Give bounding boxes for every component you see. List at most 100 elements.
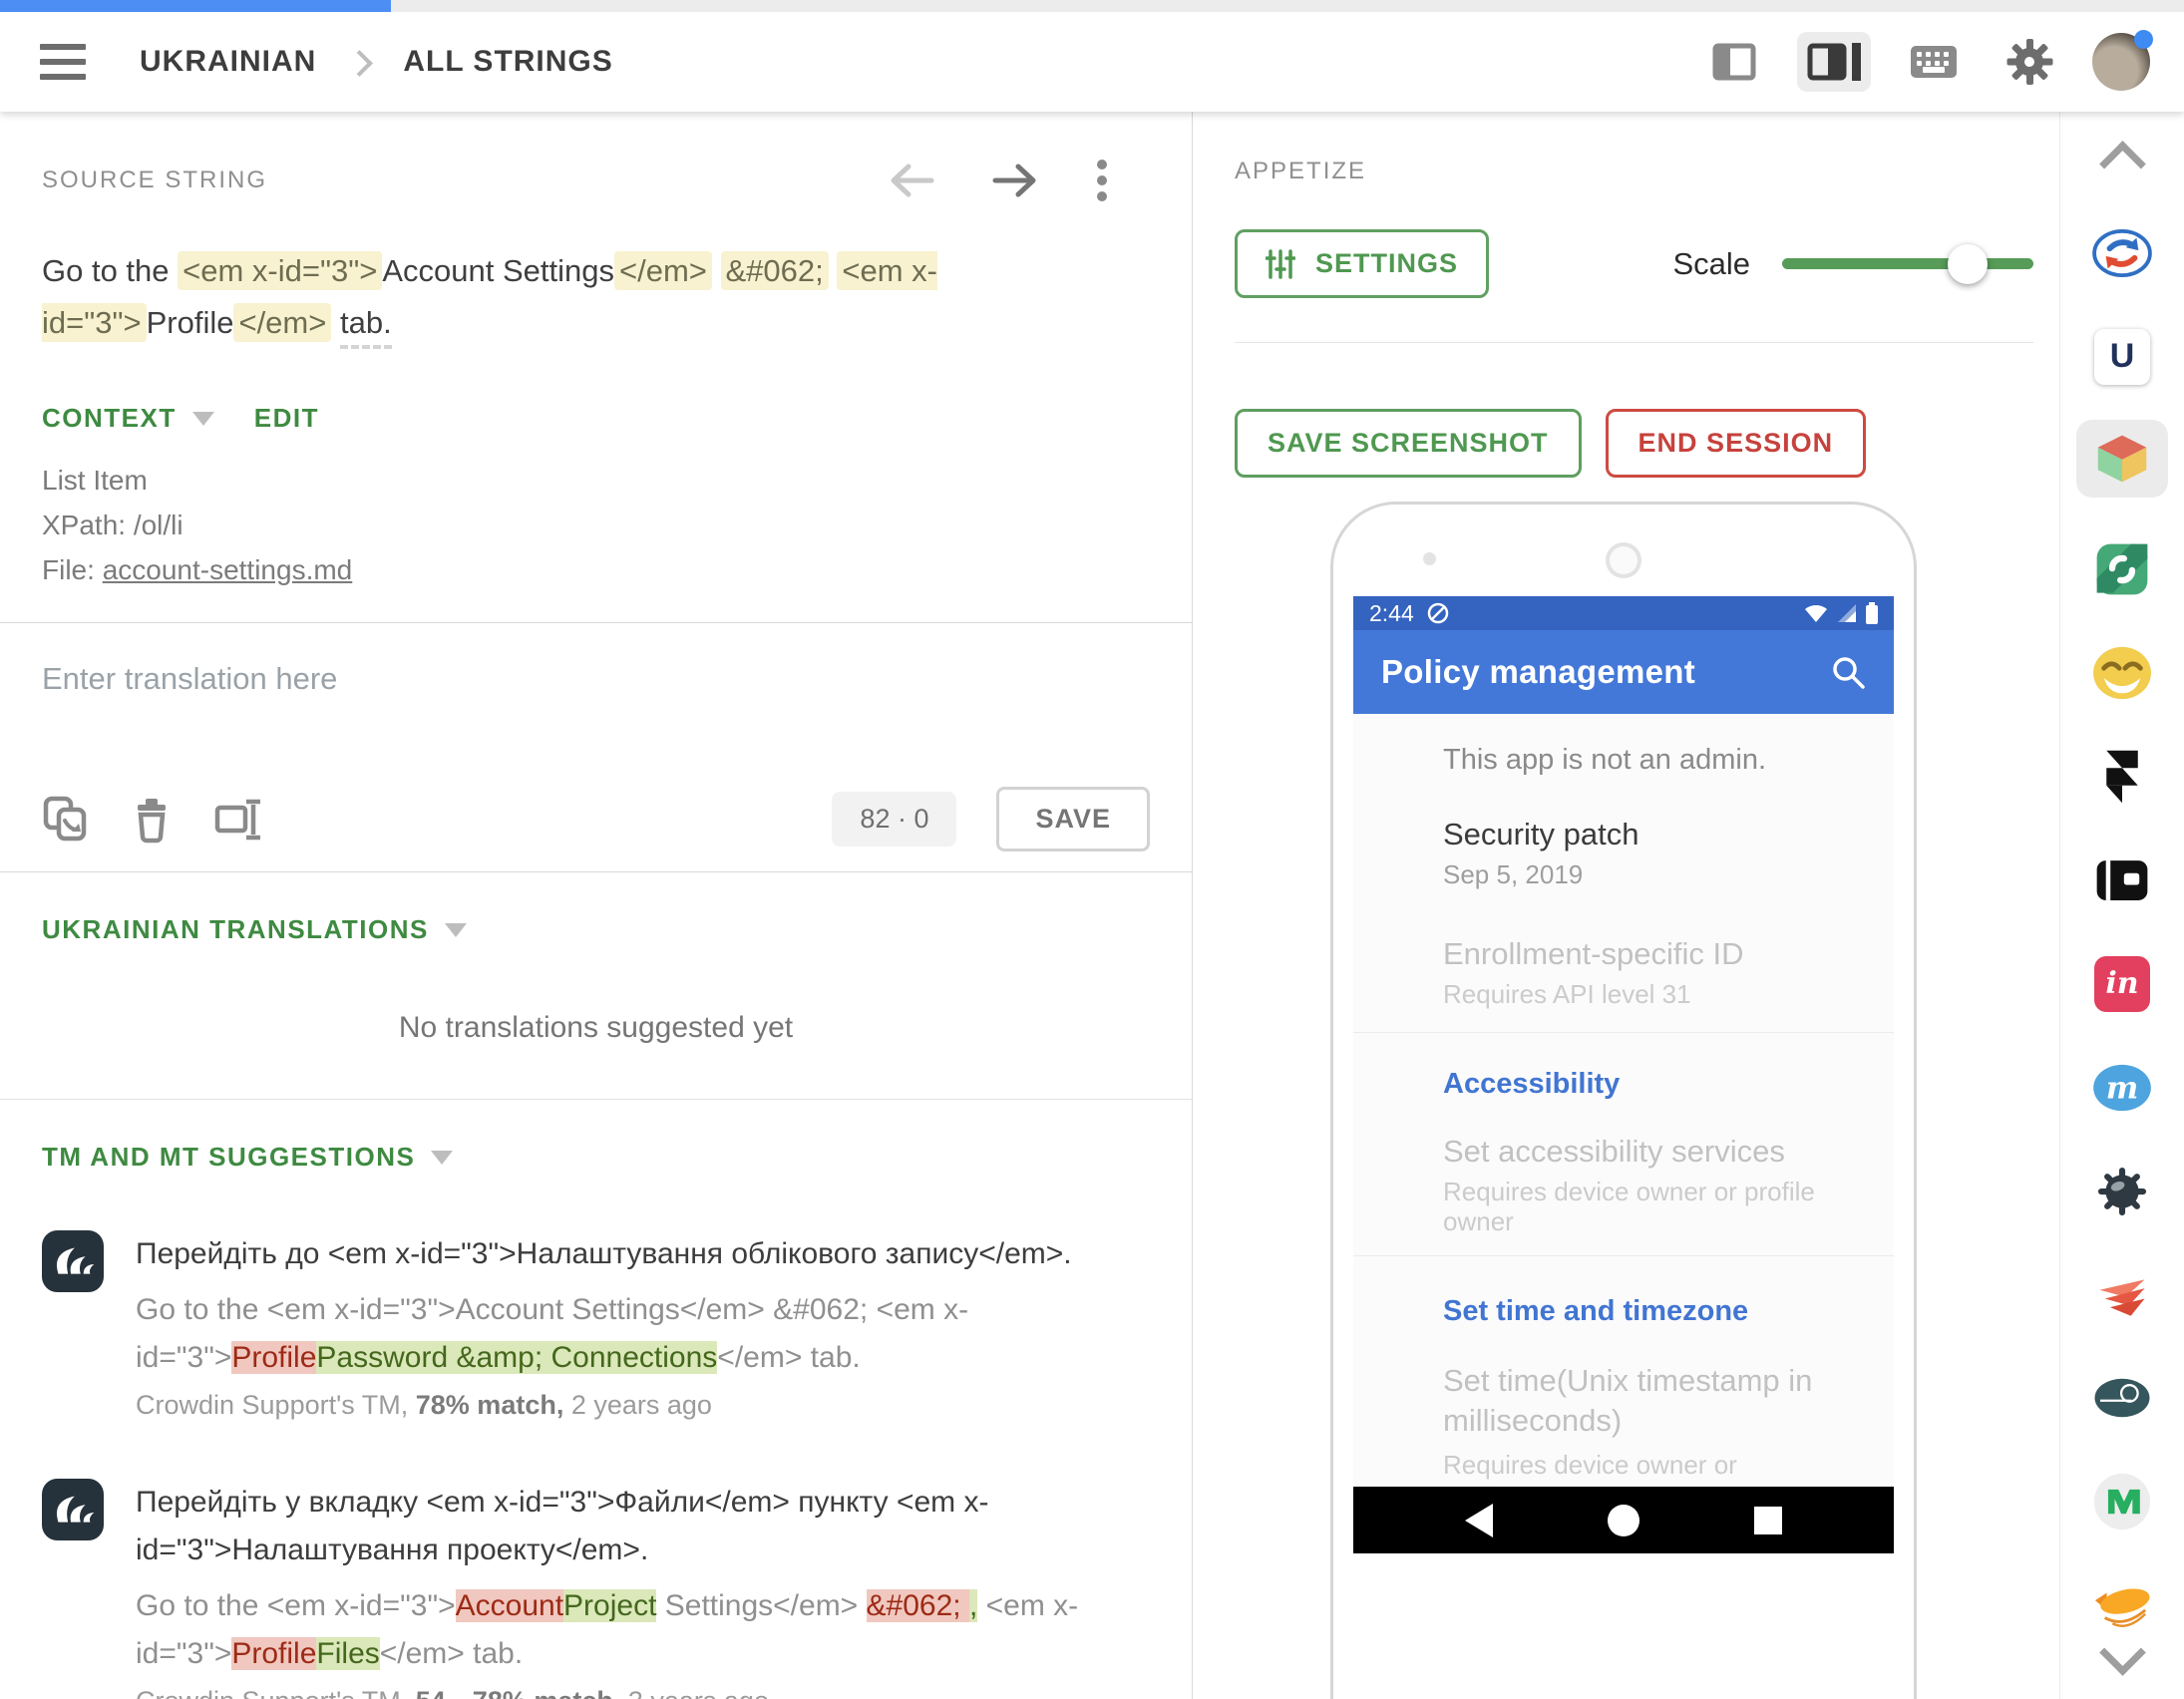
section-header: Set time and timezone bbox=[1443, 1295, 1838, 1327]
more-options-icon[interactable] bbox=[1096, 158, 1108, 203]
nav-home-button[interactable] bbox=[1608, 1505, 1639, 1536]
layout-side-by-side-button[interactable] bbox=[1701, 32, 1767, 92]
sliders-icon bbox=[1266, 249, 1295, 279]
phone-app-title: Policy management bbox=[1381, 653, 1695, 691]
char-counter: 82 · 0 bbox=[832, 792, 956, 847]
end-session-button[interactable]: END SESSION bbox=[1606, 409, 1867, 478]
scale-slider-thumb[interactable] bbox=[1948, 244, 1988, 284]
red-layers-integration-icon[interactable] bbox=[2094, 1264, 2150, 1326]
scale-slider[interactable] bbox=[1782, 258, 2033, 269]
layout-right-icon bbox=[1807, 42, 1861, 82]
phone-status-bar: 2:44 bbox=[1353, 596, 1894, 630]
android-q-icon bbox=[1426, 601, 1450, 625]
phone-speaker bbox=[1606, 542, 1641, 578]
translation-input[interactable]: Enter translation here bbox=[42, 661, 1150, 781]
appetize-integration-icon-active[interactable] bbox=[2076, 420, 2168, 498]
u-app-integration-icon[interactable]: U bbox=[2094, 326, 2150, 388]
status-time: 2:44 bbox=[1369, 600, 1414, 627]
device-emulator: 2:44 Policy management This app is not a… bbox=[1330, 502, 1917, 1699]
smiley-integration-icon[interactable] bbox=[2091, 642, 2153, 704]
app-header: UKRAINIAN ALL STRINGS bbox=[0, 12, 2184, 112]
breadcrumb-language[interactable]: UKRAINIAN bbox=[140, 45, 316, 79]
clear-translation-icon[interactable] bbox=[130, 795, 174, 845]
green-tag-integration-icon[interactable] bbox=[2093, 539, 2151, 601]
suggestion-source-diff: Go to the <em x-id="3">AccountProject Se… bbox=[136, 1582, 1108, 1678]
divider bbox=[1353, 1255, 1894, 1256]
phone-screen: 2:44 Policy management This app is not a… bbox=[1353, 596, 1894, 1553]
battery-icon bbox=[1866, 602, 1878, 624]
phone-camera-dot bbox=[1423, 552, 1436, 565]
save-screenshot-button[interactable]: SAVE SCREENSHOT bbox=[1235, 409, 1582, 478]
framer-integration-icon[interactable] bbox=[2099, 746, 2145, 808]
html-tag-token: <em x-id="3"> bbox=[178, 251, 382, 290]
source-string-text: Go to the <em x-id="3">Account Settings<… bbox=[42, 245, 1133, 349]
tm-collapse-icon[interactable] bbox=[431, 1151, 453, 1165]
translation-progress-fill bbox=[0, 0, 391, 12]
list-item-disabled: Enrollment-specific ID Requires API leve… bbox=[1443, 937, 1838, 1009]
marvel-integration-icon[interactable]: m bbox=[2091, 1057, 2153, 1119]
translation-panel: SOURCE STRING Go to the <em x-id="3">Acc… bbox=[0, 112, 1193, 1699]
diff-removed: Profile bbox=[231, 1637, 316, 1670]
phone-nav-bar bbox=[1353, 1487, 1894, 1553]
nav-recents-button[interactable] bbox=[1754, 1507, 1782, 1534]
tm-suggestion-row[interactable]: Перейдіть у вкладку <em x-id="3">Файли</… bbox=[42, 1479, 1150, 1699]
tm-section-toggle[interactable]: TM AND MT SUGGESTIONS bbox=[42, 1142, 415, 1173]
list-item[interactable]: Security patch Sep 5, 2019 bbox=[1443, 818, 1838, 889]
zeplin-integration-icon[interactable] bbox=[2091, 1574, 2153, 1636]
gear-icon bbox=[2006, 39, 2052, 85]
admin-status-text: This app is not an admin. bbox=[1443, 744, 1838, 776]
breadcrumb-file-scope[interactable]: ALL STRINGS bbox=[403, 45, 612, 79]
section-header: Accessibility bbox=[1443, 1068, 1838, 1100]
layout-left-icon bbox=[1711, 42, 1757, 82]
breadcrumb-chevron-icon bbox=[346, 50, 373, 77]
layout-right-panel-button[interactable] bbox=[1797, 32, 1871, 92]
crowdin-tm-icon bbox=[42, 1479, 104, 1540]
nav-back-button[interactable] bbox=[1465, 1504, 1493, 1537]
diff-added: Password &amp; Connections bbox=[316, 1341, 717, 1374]
suggestion-source-diff: Go to the <em x-id="3">Account Settings<… bbox=[136, 1286, 1108, 1382]
tm-suggestion-row[interactable]: Перейдіть до <em x-id="3">Налаштування о… bbox=[42, 1230, 1150, 1421]
context-file-link[interactable]: account-settings.md bbox=[103, 554, 353, 585]
no-translations-message: No translations suggested yet bbox=[42, 1011, 1150, 1045]
context-edit-button[interactable]: EDIT bbox=[254, 403, 319, 434]
list-item-disabled: Set accessibility services Requires devi… bbox=[1443, 1135, 1838, 1236]
protoio-integration-icon[interactable] bbox=[2092, 1368, 2152, 1430]
appetize-settings-button[interactable]: SETTINGS bbox=[1235, 229, 1489, 298]
context-collapse-icon[interactable] bbox=[192, 412, 214, 426]
list-item-disabled: Set time(Unix timestamp in milliseconds)… bbox=[1443, 1361, 1838, 1487]
translation-progress-bar bbox=[0, 0, 2184, 12]
context-toggle[interactable]: CONTEXT bbox=[42, 403, 177, 434]
search-icon[interactable] bbox=[1830, 654, 1866, 690]
suggestion-target-text: Перейдіть до <em x-id="3">Налаштування о… bbox=[136, 1230, 1108, 1278]
user-avatar[interactable] bbox=[2092, 33, 2150, 91]
select-text-icon[interactable] bbox=[213, 795, 263, 845]
diff-removed: &#062; bbox=[867, 1589, 969, 1622]
context-xpath: XPath: /ol/li bbox=[42, 503, 1150, 547]
chevron-down-icon[interactable] bbox=[2099, 1629, 2146, 1676]
divider bbox=[1353, 1032, 1894, 1033]
chevron-up-icon[interactable] bbox=[2099, 141, 2146, 187]
notebook-integration-icon[interactable] bbox=[2093, 850, 2151, 911]
next-string-icon[interactable] bbox=[992, 164, 1038, 197]
integrations-rail: U in m bbox=[2059, 112, 2184, 1699]
settings-gear-button[interactable] bbox=[1997, 29, 2062, 95]
context-file-row: File: account-settings.md bbox=[42, 547, 1150, 592]
sync-integration-icon[interactable] bbox=[2091, 222, 2153, 284]
keyboard-shortcuts-button[interactable] bbox=[1901, 36, 1967, 88]
suggestion-meta: Crowdin Support's TM, 54→78% match, 3 ye… bbox=[136, 1686, 1108, 1699]
diff-added: Project bbox=[563, 1589, 656, 1622]
translations-collapse-icon[interactable] bbox=[445, 923, 467, 937]
previous-string-icon[interactable] bbox=[889, 164, 934, 197]
sea-mine-integration-icon[interactable] bbox=[2094, 1161, 2150, 1222]
copy-source-icon[interactable] bbox=[42, 795, 90, 845]
suggestion-meta: Crowdin Support's TM, 78% match, 2 years… bbox=[136, 1390, 1108, 1421]
signal-icon bbox=[1836, 603, 1858, 623]
save-translation-button[interactable]: SAVE bbox=[996, 787, 1150, 851]
medium-integration-icon[interactable] bbox=[2092, 1471, 2152, 1532]
invision-integration-icon[interactable]: in bbox=[2094, 953, 2150, 1015]
crowdin-tm-icon bbox=[42, 1230, 104, 1292]
hamburger-menu-icon[interactable] bbox=[40, 44, 86, 80]
context-details: List Item XPath: /ol/li File: account-se… bbox=[42, 458, 1150, 592]
translations-section-toggle[interactable]: UKRAINIAN TRANSLATIONS bbox=[42, 914, 429, 945]
keyboard-icon bbox=[1911, 46, 1957, 78]
